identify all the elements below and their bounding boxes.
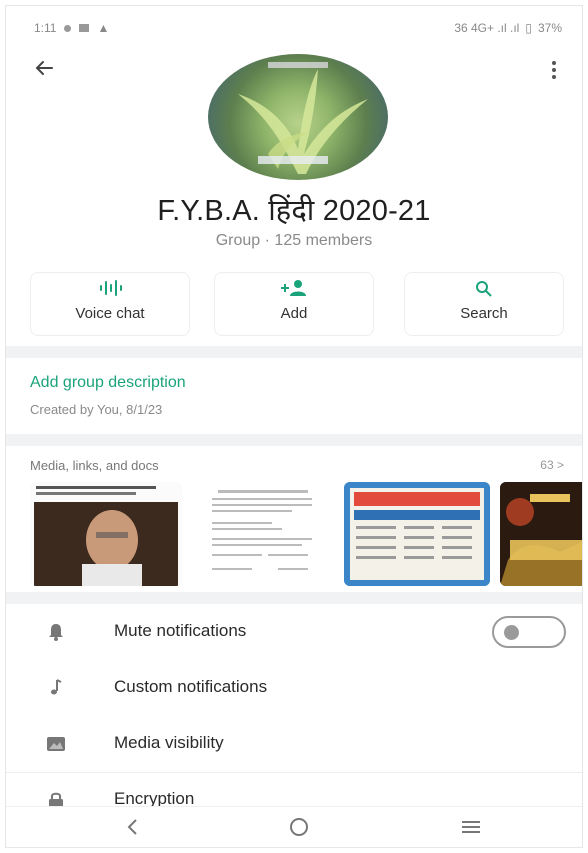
add-member-button[interactable]: Add	[214, 272, 374, 336]
media-thumbnail[interactable]	[198, 482, 328, 586]
arrow-left-icon	[35, 61, 53, 75]
row-divider	[6, 772, 582, 773]
nav-home-button[interactable]	[284, 815, 314, 839]
news-photo-image	[30, 482, 182, 586]
group-info-screen: 1:11 ▲ 36 4G+ .ıl .ıl ▯ 37% F.Y.B.A. हिं…	[6, 6, 582, 847]
voice-chat-button[interactable]: Voice chat	[30, 272, 190, 336]
add-description-link[interactable]: Add group description	[30, 374, 186, 392]
new-year-image	[500, 482, 582, 586]
music-note-icon	[51, 679, 62, 695]
voice-chat-icon	[100, 280, 122, 296]
nav-back-button[interactable]	[118, 815, 148, 839]
custom-notifications-label: Custom notifications	[114, 677, 268, 696]
status-time: 1:11	[34, 21, 57, 35]
battery-level: 37%	[537, 21, 562, 35]
battery-icon: ▯	[525, 21, 532, 35]
group-member-count: Group · 125 members	[215, 232, 373, 249]
notification-dot-icon	[64, 24, 72, 32]
poster-image	[344, 482, 490, 586]
more-options-button[interactable]	[542, 56, 566, 84]
toggle-knob	[504, 625, 519, 640]
document-image	[198, 482, 328, 586]
add-label: Add	[280, 305, 308, 322]
alert-triangle-icon: ▲	[97, 21, 110, 35]
search-button[interactable]: Search	[404, 272, 564, 336]
search-icon	[476, 281, 492, 297]
recents-nav-icon	[462, 821, 480, 833]
back-button[interactable]	[30, 54, 58, 82]
nav-recents-button[interactable]	[456, 815, 486, 839]
system-navigation-bar	[6, 806, 582, 847]
add-person-icon	[281, 280, 306, 296]
media-count-link[interactable]: 63 >	[540, 458, 564, 472]
group-avatar[interactable]	[208, 54, 388, 180]
group-name: F.Y.B.A. हिंदी 2020-21	[157, 195, 431, 227]
message-icon	[79, 24, 90, 32]
mute-toggle[interactable]	[492, 616, 566, 648]
image-icon	[47, 737, 65, 751]
media-visibility-row[interactable]: Media visibility	[6, 724, 582, 764]
created-by-text: Created by You, 8/1/23	[30, 402, 163, 417]
mute-notifications-label: Mute notifications	[114, 621, 247, 640]
bell-icon	[49, 624, 63, 641]
action-buttons: Voice chat Add Search	[30, 272, 582, 336]
avatar-image	[238, 62, 368, 174]
back-nav-icon	[127, 819, 137, 835]
media-section-title: Media, links, and docs	[30, 458, 159, 473]
home-nav-icon	[290, 818, 308, 836]
section-divider	[6, 346, 582, 358]
signal-text: 36 4G+ .ıl .ıl	[454, 21, 520, 35]
section-divider	[6, 434, 582, 446]
custom-notifications-row[interactable]: Custom notifications	[6, 668, 582, 708]
voice-chat-label: Voice chat	[75, 305, 145, 322]
media-thumbnail[interactable]	[500, 482, 582, 586]
media-thumbnail[interactable]	[30, 482, 182, 586]
more-vert-icon	[552, 61, 556, 79]
media-visibility-label: Media visibility	[114, 733, 224, 752]
section-divider	[6, 592, 582, 604]
media-thumbnail[interactable]	[344, 482, 490, 586]
search-label: Search	[460, 305, 508, 322]
status-bar: 1:11 ▲ 36 4G+ .ıl .ıl ▯ 37%	[6, 6, 582, 44]
